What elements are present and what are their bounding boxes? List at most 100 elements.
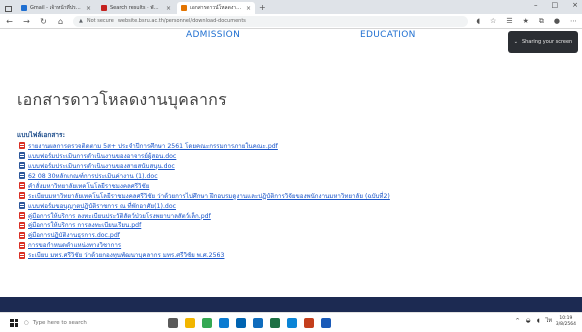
tab-label: Gmail - เจ้าหน้าที่ประกัน - Outlook — [30, 5, 83, 11]
outlook-icon[interactable] — [253, 318, 263, 328]
window-controls: – □ × — [534, 1, 578, 9]
language-icon[interactable]: ไท — [546, 317, 552, 325]
section-label: แบบไฟล์เอกสาร: — [17, 131, 66, 139]
doc-file-icon — [19, 202, 25, 210]
more-icon[interactable]: ⋯ — [570, 17, 577, 26]
pdf-file-icon — [19, 221, 25, 229]
task-view-icon[interactable] — [168, 318, 178, 328]
list-item: ระเบียบมหาวิทยาลัยเทคโนโลยีราชมงคลศรีวิช… — [19, 191, 574, 201]
word-icon[interactable] — [321, 318, 331, 328]
file-explorer-icon[interactable] — [185, 318, 195, 328]
screen-share-popup[interactable]: ⌄ Sharing your screen — [508, 31, 578, 53]
powerpoint-icon[interactable] — [304, 318, 314, 328]
reload-icon[interactable]: ↻ — [39, 17, 48, 26]
security-label: Not secure — [86, 18, 114, 24]
nav-education-link[interactable]: EDUCATION — [360, 30, 416, 40]
tab-favicon-icon — [181, 5, 187, 11]
site-footer — [0, 297, 582, 312]
network-icon[interactable]: ◒ — [526, 318, 531, 324]
system-tray: ^ ◒ ◖ ไท — [515, 317, 552, 325]
minimize-icon[interactable]: – — [534, 1, 538, 9]
warning-icon[interactable]: ▲ — [79, 18, 83, 24]
file-link[interactable]: รายงานผลการตรวจติดตาม 5ส+ ประจำปีการศึกษ… — [28, 141, 278, 151]
chevron-up-icon[interactable]: ^ — [515, 318, 520, 324]
store-icon[interactable] — [236, 318, 246, 328]
search-icon: ○ — [24, 319, 29, 326]
file-link[interactable]: คู่มือการปฏิบัติงานธุรการ.doc.pdf — [28, 230, 120, 240]
system-clock[interactable]: 10:19 3/8/2564 — [556, 316, 576, 328]
taskbar-apps — [168, 318, 331, 328]
pdf-file-icon — [19, 231, 25, 239]
new-tab-button[interactable]: + — [259, 2, 266, 14]
profile-icon[interactable]: ● — [554, 17, 560, 26]
file-link[interactable]: ระเบียบ มทร.ศรีวิชัย ว่าด้วยกองทุนพัฒนาบ… — [28, 250, 224, 260]
file-link[interactable]: การขอกำหนดตำแหน่งทางวิชาการ — [28, 240, 121, 250]
browser-tab-2[interactable]: เอกสารดาวน์โหลดงานบุคลากร × — [177, 2, 255, 14]
file-link[interactable]: คู่มือการให้บริการ ลงทะเบียนประวัติสัตว์… — [28, 211, 211, 221]
list-item: ระเบียบ มทร.ศรีวิชัย ว่าด้วยกองทุนพัฒนาบ… — [19, 250, 574, 260]
page-title: เอกสารดาวโหลดงานบุคลากร — [17, 90, 227, 109]
home-icon[interactable]: ⌂ — [56, 17, 65, 26]
taskbar-search[interactable]: ○ Type here to search — [24, 316, 134, 330]
bookmark-star-icon[interactable]: ☆ — [490, 17, 496, 26]
browser-tab-0[interactable]: Gmail - เจ้าหน้าที่ประกัน - Outlook × — [17, 2, 95, 14]
file-link[interactable]: ระเบียบมหาวิทยาลัยเทคโนโลยีราชมงคลศรีวิช… — [28, 191, 390, 201]
windows-start-icon[interactable] — [10, 318, 18, 327]
collections-icon[interactable]: ⧉ — [539, 17, 544, 26]
doc-file-icon — [19, 152, 25, 160]
address-bar[interactable]: ▲ Not secure website.bsru.ac.th/personne… — [73, 15, 469, 27]
close-icon[interactable]: × — [86, 5, 91, 12]
close-window-icon[interactable]: × — [572, 1, 578, 9]
file-link[interactable]: แบบฟอร์มประเมินการดำเนินงานของสายสนับสนุ… — [28, 161, 175, 171]
photos-icon[interactable] — [287, 318, 297, 328]
favorites-icon[interactable]: ★ — [523, 17, 529, 26]
sound-icon[interactable]: ◖ — [476, 17, 480, 26]
search-placeholder: Type here to search — [32, 319, 87, 326]
browser-tab-1[interactable]: Search results · พัฒนาบุคลากร × — [97, 2, 175, 14]
back-icon[interactable]: ← — [5, 17, 14, 26]
file-list: รายงานผลการตรวจติดตาม 5ส+ ประจำปีการศึกษ… — [19, 141, 574, 260]
file-link[interactable]: แบบฟอร์มประเมินการดำเนินงานของอาจารย์ผู้… — [28, 151, 176, 161]
tab-label: เอกสารดาวน์โหลดงานบุคลากร — [190, 5, 243, 11]
url-text: website.bsru.ac.th/personnel/download-do… — [117, 18, 246, 24]
tab-favicon-icon — [21, 5, 27, 11]
list-item: คู่มือการให้บริการ ลงทะเบียนประวัติสัตว์… — [19, 211, 574, 221]
clock-date: 3/8/2564 — [555, 322, 576, 327]
pdf-file-icon — [19, 251, 25, 259]
list-item: 62 08 30หลักเกณฑ์การประเมินค่างาน (1).do… — [19, 171, 574, 181]
tab-label: Search results · พัฒนาบุคลากร — [110, 5, 163, 11]
nav-admission-link[interactable]: ADMISSION — [186, 30, 240, 40]
list-item: แบบฟอร์มประเมินการดำเนินงานของอาจารย์ผู้… — [19, 151, 574, 161]
forward-icon[interactable]: → — [22, 17, 31, 26]
pdf-file-icon — [19, 212, 25, 220]
chevron-down-icon: ⌄ — [513, 39, 518, 45]
file-link[interactable]: 62 08 30หลักเกณฑ์การประเมินค่างาน (1).do… — [28, 171, 158, 181]
pdf-file-icon — [19, 192, 25, 200]
browser-tab-strip: Gmail - เจ้าหน้าที่ประกัน - Outlook × Se… — [0, 0, 582, 14]
doc-file-icon — [19, 172, 25, 180]
volume-icon[interactable]: ◖ — [537, 318, 540, 324]
screen: Gmail - เจ้าหน้าที่ประกัน - Outlook × Se… — [0, 0, 582, 332]
edge-icon[interactable] — [219, 318, 229, 328]
file-link[interactable]: คู่มือการให้บริการ การลงทะเบียนเรียน.pdf — [28, 220, 141, 230]
toolbar-right: ◖ ☆ ☰ ★ ⧉ ● ⋯ — [476, 17, 577, 26]
pdf-file-icon — [19, 241, 25, 249]
close-icon[interactable]: × — [166, 5, 171, 12]
pdf-file-icon — [19, 182, 25, 190]
os-taskbar: ○ Type here to search ^ ◒ ◖ ไท 10:19 3/8… — [0, 312, 582, 332]
tab-actions-icon[interactable] — [5, 6, 12, 12]
popup-text: Sharing your screen — [521, 39, 573, 45]
list-item: แบบฟอร์มขอนุญาตปฏิบัติราชการ ณ ที่พักอาศ… — [19, 201, 574, 211]
doc-file-icon — [19, 162, 25, 170]
file-link[interactable]: คำสั่งมหาวิทยาลัยเทคโนโลยีราชมงคลศรีวิชั… — [28, 181, 149, 191]
maximize-icon[interactable]: □ — [552, 1, 559, 9]
list-item: การขอกำหนดตำแหน่งทางวิชาการ — [19, 240, 574, 250]
excel-icon[interactable] — [270, 318, 280, 328]
file-link[interactable]: แบบฟอร์มขอนุญาตปฏิบัติราชการ ณ ที่พักอาศ… — [28, 201, 176, 211]
reading-list-icon[interactable]: ☰ — [506, 17, 512, 26]
site-navigation: ADMISSION EDUCATION — [0, 29, 582, 47]
list-item: แบบฟอร์มประเมินการดำเนินงานของสายสนับสนุ… — [19, 161, 574, 171]
close-icon[interactable]: × — [246, 5, 251, 12]
list-item: คำสั่งมหาวิทยาลัยเทคโนโลยีราชมงคลศรีวิชั… — [19, 181, 574, 191]
chrome-icon[interactable] — [202, 318, 212, 328]
